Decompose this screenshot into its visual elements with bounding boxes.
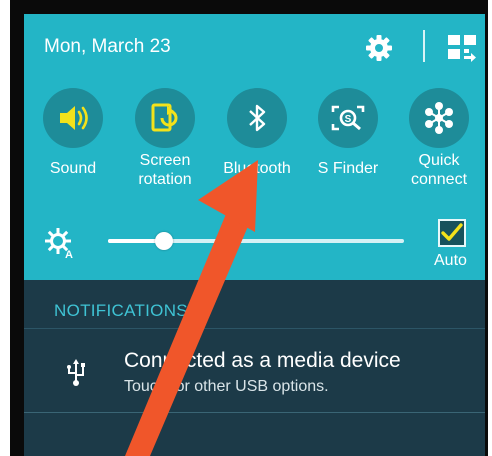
notifications-header: NOTIFICATIONS bbox=[54, 301, 188, 320]
header-divider bbox=[423, 30, 425, 62]
auto-brightness-label: Auto bbox=[434, 252, 467, 269]
toggle-circle[interactable] bbox=[135, 88, 195, 148]
toggle-circle[interactable] bbox=[43, 88, 103, 148]
device-frame: Mon, March 23 Sound Screen rotation Blue… bbox=[10, 0, 488, 456]
toggle-sound[interactable]: Sound bbox=[33, 88, 113, 178]
toggle-s-finder[interactable]: S S Finder bbox=[308, 88, 388, 178]
brightness-slider-thumb[interactable] bbox=[155, 232, 174, 250]
gear-icon[interactable] bbox=[364, 33, 394, 63]
notifications-bottom-divider bbox=[24, 412, 485, 413]
checkmark-icon bbox=[441, 223, 463, 241]
usb-icon bbox=[67, 359, 85, 386]
toggle-label: S Finder bbox=[317, 160, 379, 177]
notification-item[interactable]: Connected as a media device Touch for ot… bbox=[24, 334, 485, 410]
toggle-circle[interactable] bbox=[409, 88, 469, 148]
bluetooth-icon bbox=[249, 104, 266, 132]
toggle-label: Quick connect bbox=[410, 152, 468, 188]
toggle-circle[interactable]: S bbox=[318, 88, 378, 148]
quick-settings-panel: Mon, March 23 Sound Screen rotation Blue… bbox=[24, 14, 485, 280]
s-finder-icon: S bbox=[331, 105, 365, 131]
toggle-label: Screen rotation bbox=[138, 152, 192, 188]
edit-grid-icon[interactable] bbox=[447, 34, 477, 62]
date-label: Mon, March 23 bbox=[44, 36, 171, 57]
svg-text:S: S bbox=[345, 114, 352, 125]
screen-rotation-icon bbox=[151, 103, 178, 132]
auto-brightness-checkbox[interactable] bbox=[438, 219, 466, 247]
notification-title: Connected as a media device bbox=[124, 349, 401, 372]
toggle-circle[interactable] bbox=[227, 88, 287, 148]
brightness-slider[interactable] bbox=[108, 232, 404, 250]
brightness-icon: A bbox=[45, 228, 73, 259]
notification-subtitle: Touch for other USB options. bbox=[124, 378, 329, 395]
toggle-quick-connect[interactable]: Quick connect bbox=[399, 88, 479, 189]
quick-connect-icon bbox=[425, 102, 453, 134]
screen: Mon, March 23 Sound Screen rotation Blue… bbox=[24, 14, 485, 456]
toggle-label: Bluetooth bbox=[223, 160, 291, 177]
sound-icon bbox=[60, 106, 88, 130]
toggle-bluetooth[interactable]: Bluetooth bbox=[217, 88, 297, 178]
toggle-screen-rotation[interactable]: Screen rotation bbox=[125, 88, 205, 189]
notifications-divider bbox=[24, 328, 485, 329]
toggle-label: Sound bbox=[49, 160, 97, 177]
svg-text:A: A bbox=[65, 249, 73, 259]
